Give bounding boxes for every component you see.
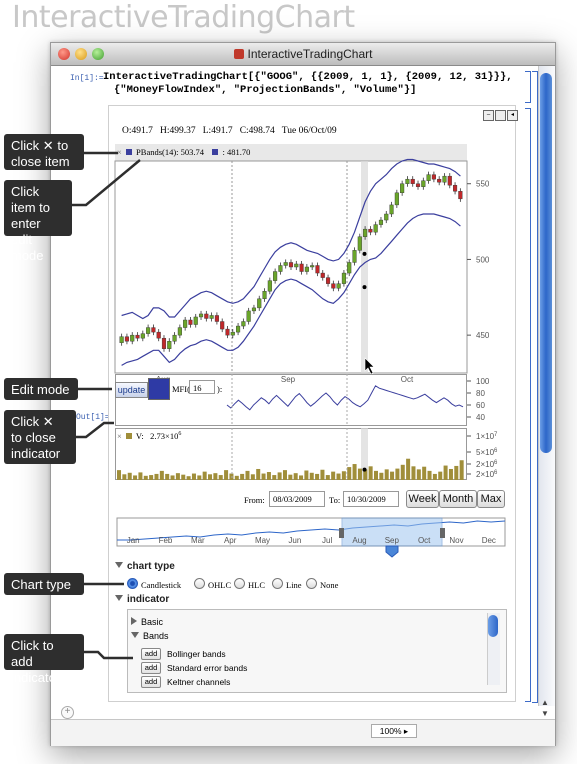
- connector-add-indicator: [84, 650, 133, 660]
- connector-close-indicator: [76, 421, 114, 439]
- connector-edit-item: [72, 159, 141, 207]
- callout-connectors: [72, 151, 141, 660]
